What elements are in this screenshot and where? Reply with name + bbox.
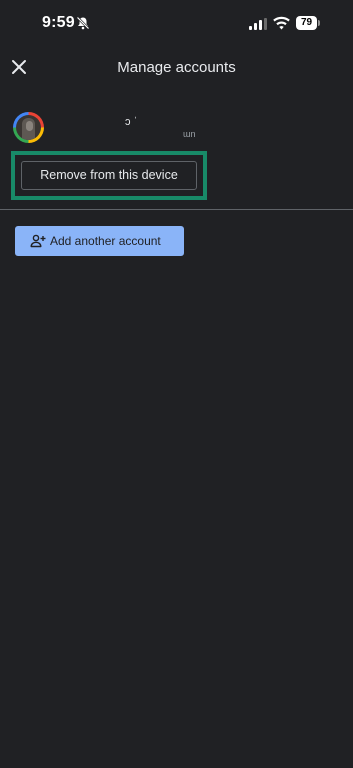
bell-slash-icon [76, 16, 90, 30]
status-bar: 9:59 79 [0, 0, 353, 48]
signal-icon [249, 18, 267, 30]
remove-from-device-button[interactable]: Remove from this device [21, 161, 197, 190]
avatar [13, 112, 44, 143]
avatar-photo-face [26, 121, 33, 131]
highlight-box: Remove from this device [11, 151, 207, 200]
header: Manage accounts [0, 50, 353, 86]
battery-tip [318, 20, 320, 26]
battery-level: 79 [296, 16, 317, 30]
wifi-icon [273, 16, 290, 30]
add-person-icon [30, 234, 46, 248]
add-account-label: Add another account [50, 234, 161, 248]
divider [0, 209, 353, 210]
account-email: ɯn [183, 129, 196, 139]
add-another-account-button[interactable]: Add another account [15, 226, 184, 256]
account-row: ɔ ˈ ɯn [13, 112, 333, 148]
status-time: 9:59 [42, 14, 75, 31]
avatar-photo [16, 115, 41, 140]
page-title: Manage accounts [117, 59, 236, 76]
battery-icon: 79 [296, 16, 320, 30]
account-name: ɔ ˈ [125, 116, 138, 128]
